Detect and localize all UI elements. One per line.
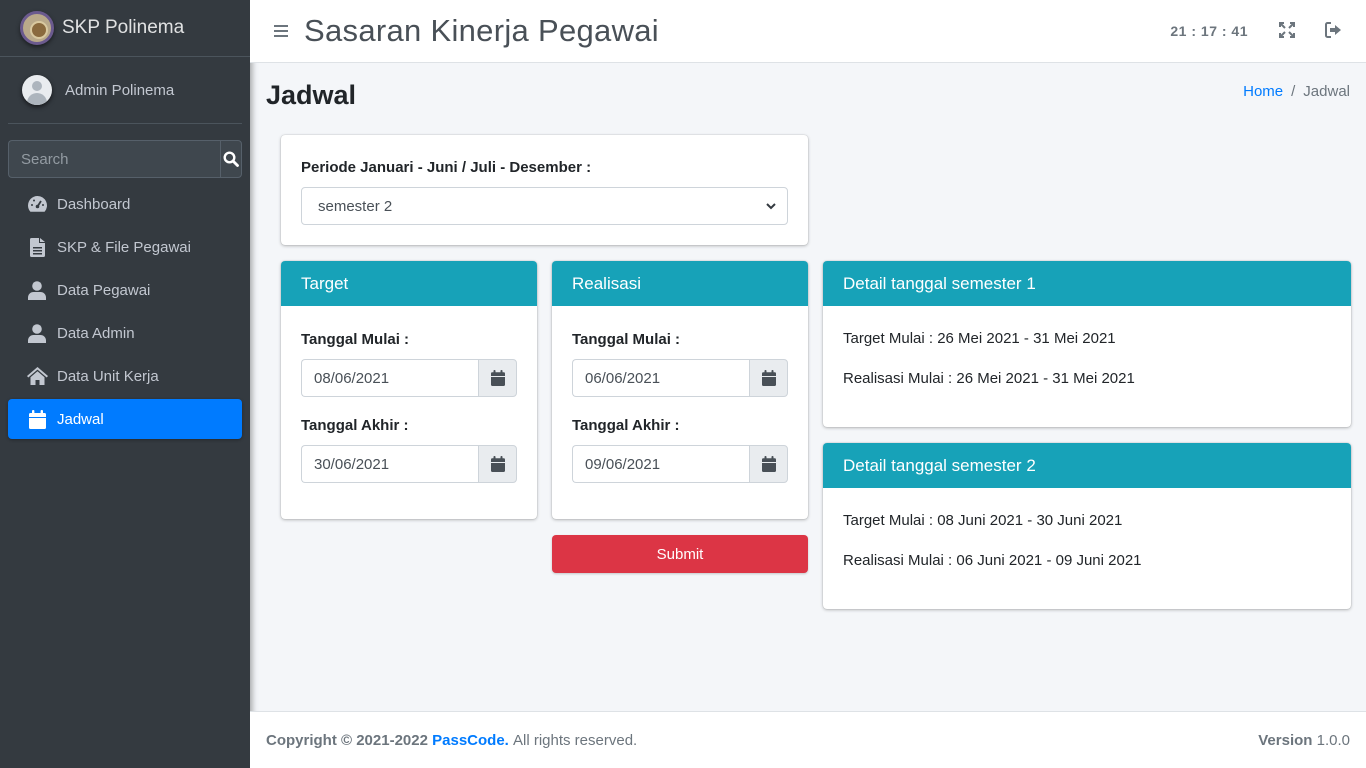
sidebar-item-skp-file-pegawai[interactable]: SKP & File Pegawai (8, 227, 242, 267)
target-end-label: Tanggal Akhir : (301, 417, 409, 434)
search-button[interactable] (220, 140, 242, 178)
target-start-label: Tanggal Mulai : (301, 331, 410, 348)
period-label: Periode Januari - Juni / Juli - Desember… (301, 159, 592, 176)
breadcrumb-separator: / (1291, 83, 1296, 100)
target-end-input[interactable]: 30/06/2021 (301, 445, 478, 483)
brand-link[interactable]: SKP Polinema (0, 0, 250, 57)
sidebar-item-data-unit-kerja[interactable]: Data Unit Kerja (8, 356, 242, 396)
realisasi-end-input[interactable]: 09/06/2021 (572, 445, 749, 483)
polinema-logo-icon (20, 11, 54, 45)
sidebar-item-label: Data Pegawai (57, 281, 151, 299)
search-icon (223, 151, 239, 167)
user-icon (26, 323, 48, 343)
user-icon (26, 280, 48, 300)
calendar-button[interactable] (749, 445, 788, 483)
breadcrumb-current: Jadwal (1303, 83, 1350, 100)
logout-icon[interactable] (1325, 22, 1342, 42)
target-start-input[interactable]: 08/06/2021 (301, 359, 478, 397)
app-title: Sasaran Kinerja Pegawai (304, 13, 659, 48)
user-panel[interactable]: Admin Polinema (8, 57, 242, 124)
detail-semester-2-realisasi: Realisasi Mulai : 06 Juni 2021 - 09 Juni… (843, 552, 1142, 569)
realisasi-start-input[interactable]: 06/06/2021 (572, 359, 749, 397)
detail-semester-1-target: Target Mulai : 26 Mei 2021 - 31 Mei 2021 (843, 330, 1116, 347)
footer-rights: All rights reserved. (513, 731, 638, 749)
sidebar-search (8, 140, 242, 178)
realisasi-card: Realisasi Tanggal Mulai : 06/06/2021 Tan… (552, 261, 808, 519)
sidebar-nav: Dashboard SKP & File Pegawai Data Pegawa… (0, 184, 250, 439)
file-icon (26, 237, 48, 257)
sidebar-item-data-admin[interactable]: Data Admin (8, 313, 242, 353)
clock: 21 : 17 : 41 (1170, 23, 1248, 39)
target-card-title: Target (281, 261, 537, 306)
sidebar-item-jadwal[interactable]: Jadwal (8, 399, 242, 439)
sidebar-item-label: Dashboard (57, 195, 131, 213)
period-card: Periode Januari - Juni / Juli - Desember… (281, 135, 808, 245)
period-selected-value: semester 2 (318, 197, 393, 215)
footer-version-number: 1.0.0 (1316, 731, 1350, 749)
breadcrumb: Home / Jadwal (1243, 83, 1350, 100)
search-input[interactable] (8, 140, 220, 178)
calendar-button[interactable] (749, 359, 788, 397)
detail-semester-1-realisasi: Realisasi Mulai : 26 Mei 2021 - 31 Mei 2… (843, 370, 1135, 387)
calendar-icon (761, 456, 776, 472)
sidebar-item-label: Jadwal (57, 410, 104, 428)
realisasi-card-title: Realisasi (552, 261, 808, 306)
sidebar: SKP Polinema Admin Polinema Dashboard SK… (0, 0, 250, 768)
detail-semester-2-title: Detail tanggal semester 2 (823, 443, 1351, 488)
submit-button[interactable]: Submit (552, 535, 808, 573)
calendar-button[interactable] (478, 359, 517, 397)
sidebar-item-label: SKP & File Pegawai (57, 238, 191, 256)
top-navbar: Sasaran Kinerja Pegawai 21 : 17 : 41 (250, 0, 1366, 63)
target-card: Target Tanggal Mulai : 08/06/2021 Tangga… (281, 261, 537, 519)
period-select[interactable]: semester 2 (301, 187, 788, 225)
brand-name: SKP Polinema (62, 17, 185, 38)
calendar-icon (490, 456, 505, 472)
fullscreen-icon[interactable] (1279, 22, 1295, 42)
target-end-date: 30/06/2021 (301, 445, 517, 483)
detail-semester-2-target: Target Mulai : 08 Juni 2021 - 30 Juni 20… (843, 512, 1123, 529)
home-icon (26, 366, 48, 386)
realisasi-start-date: 06/06/2021 (572, 359, 788, 397)
detail-semester-1-title: Detail tanggal semester 1 (823, 261, 1351, 306)
menu-toggle-icon[interactable] (274, 22, 288, 40)
realisasi-end-date: 09/06/2021 (572, 445, 788, 483)
calendar-button[interactable] (478, 445, 517, 483)
chevron-down-icon (766, 203, 776, 210)
realisasi-start-label: Tanggal Mulai : (572, 331, 681, 348)
breadcrumb-home-link[interactable]: Home (1243, 83, 1283, 100)
footer-company-link[interactable]: PassCode. (432, 732, 509, 749)
footer-copyright: Copyright © 2021-2022 (266, 731, 428, 749)
target-start-date: 08/06/2021 (301, 359, 517, 397)
sidebar-item-data-pegawai[interactable]: Data Pegawai (8, 270, 242, 310)
realisasi-end-label: Tanggal Akhir : (572, 417, 680, 434)
main-content: Jadwal Home / Jadwal Periode Januari - Jun… (250, 63, 1366, 711)
footer-version: Version 1.0.0 (1258, 732, 1350, 749)
user-name: Admin Polinema (65, 81, 175, 99)
calendar-icon (26, 409, 48, 429)
tachometer-icon (26, 194, 48, 214)
calendar-icon (761, 370, 776, 386)
footer-version-label: Version (1258, 731, 1313, 749)
avatar (22, 75, 52, 105)
detail-semester-2-card: Detail tanggal semester 2 Target Mulai :… (823, 443, 1351, 609)
calendar-icon (490, 370, 505, 386)
sidebar-item-dashboard[interactable]: Dashboard (8, 184, 242, 224)
footer: Copyright © 2021-2022 PassCode. All righ… (250, 711, 1366, 768)
sidebar-item-label: Data Admin (57, 324, 135, 342)
sidebar-item-label: Data Unit Kerja (57, 367, 159, 385)
detail-semester-1-card: Detail tanggal semester 1 Target Mulai :… (823, 261, 1351, 427)
page-title: Jadwal (266, 80, 357, 110)
